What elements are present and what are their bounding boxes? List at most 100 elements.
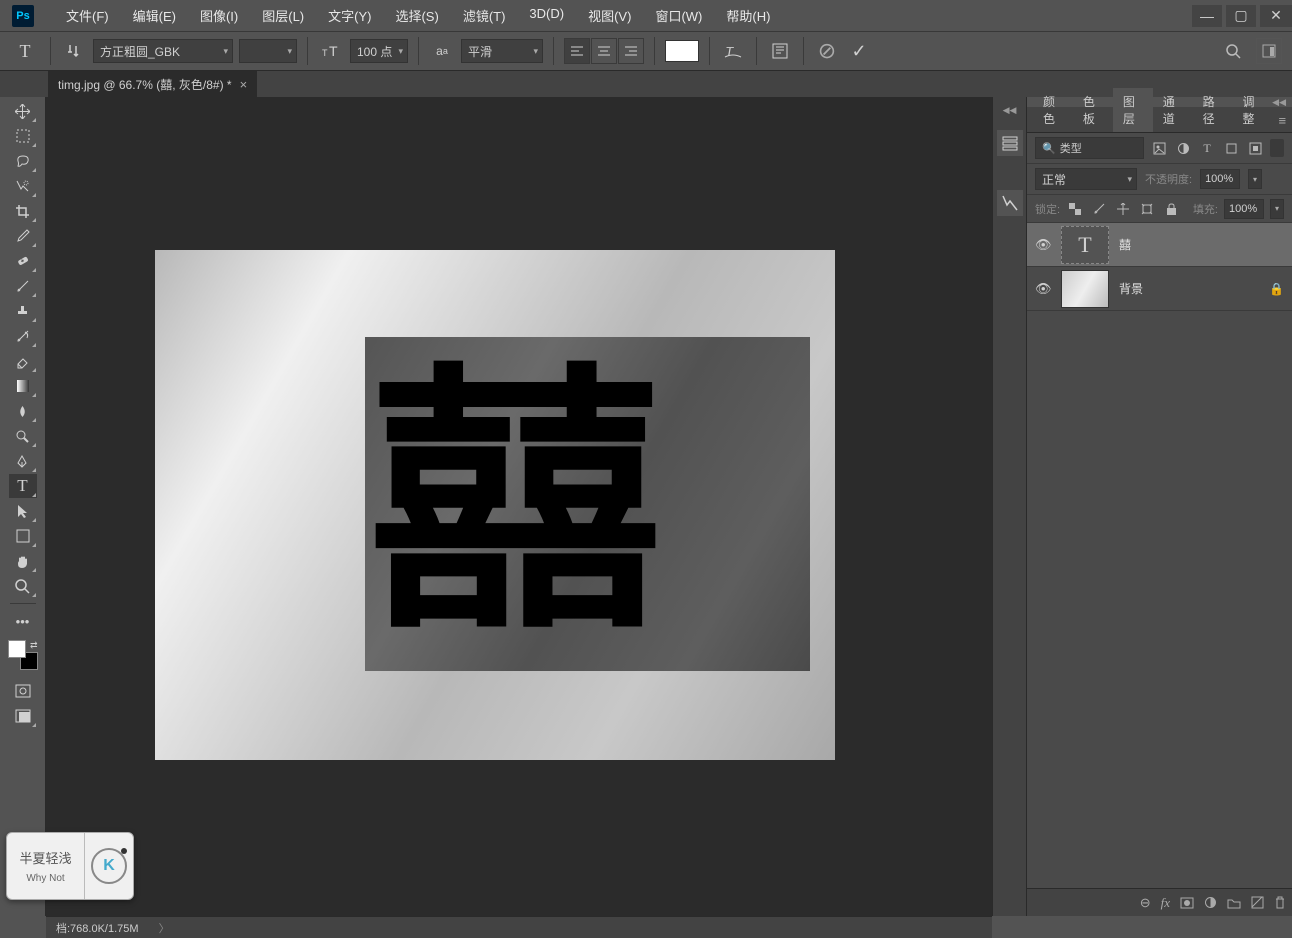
tab-paths[interactable]: 路径 [1193, 88, 1233, 132]
gradient-tool[interactable] [9, 374, 37, 398]
align-left-button[interactable] [564, 38, 590, 64]
filter-text-icon[interactable]: T [1198, 139, 1216, 157]
layer-filter-select[interactable]: 🔍 类型 [1035, 137, 1144, 159]
layer-name[interactable]: 囍 [1119, 236, 1284, 253]
layer-name[interactable]: 背景 [1119, 280, 1259, 297]
warp-text-icon[interactable]: T [720, 38, 746, 64]
lock-position-icon[interactable] [1114, 200, 1132, 218]
lock-artboard-icon[interactable] [1138, 200, 1156, 218]
canvas-document[interactable]: 囍 [155, 250, 835, 760]
edit-toolbar-icon[interactable]: ••• [9, 609, 37, 633]
align-right-button[interactable] [618, 38, 644, 64]
filter-adjustment-icon[interactable] [1174, 139, 1192, 157]
filter-smartobject-icon[interactable] [1246, 139, 1264, 157]
font-weight-select[interactable]: ▾ [239, 39, 297, 63]
group-layers-icon[interactable] [1227, 897, 1241, 909]
fill-input[interactable]: 100% [1224, 199, 1264, 219]
layer-item-background[interactable]: 👁 背景 🔒 [1027, 267, 1292, 311]
adjustment-layer-icon[interactable] [1204, 896, 1217, 909]
text-tool[interactable]: T [9, 474, 37, 498]
properties-panel-icon[interactable] [997, 190, 1023, 216]
crop-tool[interactable] [9, 199, 37, 223]
menu-window[interactable]: 窗口(W) [643, 0, 714, 31]
menu-help[interactable]: 帮助(H) [714, 0, 782, 31]
tab-color[interactable]: 颜色 [1033, 88, 1073, 132]
shape-tool[interactable] [9, 524, 37, 548]
color-picker[interactable]: ⇄ [8, 640, 38, 670]
text-color-swatch[interactable] [665, 40, 699, 62]
tab-adjustments[interactable]: 调整 [1233, 88, 1273, 132]
tab-layers[interactable]: 图层 [1113, 88, 1153, 132]
align-center-button[interactable] [591, 38, 617, 64]
opacity-dropdown-icon[interactable]: ▾ [1248, 169, 1262, 189]
tab-swatches[interactable]: 色板 [1073, 88, 1113, 132]
marquee-tool[interactable] [9, 124, 37, 148]
lock-icon[interactable]: 🔒 [1269, 282, 1284, 296]
canvas-text-content[interactable]: 囍 [369, 392, 642, 616]
pen-tool[interactable] [9, 449, 37, 473]
status-more-icon[interactable]: 〉 [159, 920, 170, 936]
layer-thumbnail[interactable] [1061, 270, 1109, 308]
lock-image-icon[interactable] [1090, 200, 1108, 218]
quick-mask-icon[interactable] [9, 679, 37, 703]
menu-filter[interactable]: 滤镜(T) [451, 0, 518, 31]
blur-tool[interactable] [9, 399, 37, 423]
canvas-area[interactable]: 囍 [46, 97, 992, 916]
filter-shape-icon[interactable] [1222, 139, 1240, 157]
tab-channels[interactable]: 通道 [1153, 88, 1193, 132]
healing-tool[interactable] [9, 249, 37, 273]
delete-layer-icon[interactable] [1274, 896, 1286, 909]
document-tab[interactable]: timg.jpg @ 66.7% (囍, 灰色/8#) * × [48, 71, 257, 98]
menu-edit[interactable]: 编辑(E) [121, 0, 188, 31]
zoom-tool[interactable] [9, 574, 37, 598]
font-family-select[interactable]: 方正粗圆_GBK ▾ [93, 39, 233, 63]
screen-mode-icon[interactable] [9, 704, 37, 728]
path-select-tool[interactable] [9, 499, 37, 523]
lasso-tool[interactable] [9, 149, 37, 173]
minimize-button[interactable]: — [1192, 5, 1222, 27]
menu-view[interactable]: 视图(V) [576, 0, 643, 31]
hand-tool[interactable] [9, 549, 37, 573]
menu-select[interactable]: 选择(S) [383, 0, 450, 31]
opacity-input[interactable]: 100% [1200, 169, 1240, 189]
antialias-select[interactable]: 平滑 ▾ [461, 39, 543, 63]
lock-transparent-icon[interactable] [1066, 200, 1084, 218]
font-size-select[interactable]: 100 点 ▾ [350, 39, 408, 63]
menu-3d[interactable]: 3D(D) [517, 0, 576, 31]
character-panel-icon[interactable] [767, 38, 793, 64]
maximize-button[interactable]: ▢ [1226, 5, 1256, 27]
visibility-toggle-icon[interactable]: 👁 [1035, 237, 1051, 253]
text-orientation-icon[interactable] [61, 38, 87, 64]
menu-file[interactable]: 文件(F) [54, 0, 121, 31]
history-panel-icon[interactable] [997, 130, 1023, 156]
brush-tool[interactable] [9, 274, 37, 298]
workspace-icon[interactable] [1256, 38, 1282, 64]
visibility-toggle-icon[interactable]: 👁 [1035, 281, 1051, 297]
stamp-tool[interactable] [9, 299, 37, 323]
filter-image-icon[interactable] [1150, 139, 1168, 157]
collapse-icon[interactable]: ◀◀ [1003, 105, 1017, 116]
search-icon[interactable] [1220, 38, 1246, 64]
move-tool[interactable] [9, 99, 37, 123]
cancel-icon[interactable]: ⊘ [814, 38, 840, 64]
eraser-tool[interactable] [9, 349, 37, 373]
fill-dropdown-icon[interactable]: ▾ [1270, 199, 1284, 219]
layer-fx-icon[interactable]: fx [1161, 895, 1170, 911]
eyedropper-tool[interactable] [9, 224, 37, 248]
lock-all-icon[interactable] [1162, 200, 1180, 218]
layer-mask-icon[interactable] [1180, 897, 1194, 909]
menu-image[interactable]: 图像(I) [188, 0, 250, 31]
menu-layer[interactable]: 图层(L) [250, 0, 316, 31]
close-button[interactable]: ✕ [1260, 5, 1292, 27]
dodge-tool[interactable] [9, 424, 37, 448]
commit-icon[interactable]: ✓ [846, 38, 872, 64]
menu-type[interactable]: 文字(Y) [316, 0, 383, 31]
panel-menu-icon[interactable]: ≡ [1272, 109, 1292, 132]
link-layers-icon[interactable]: ⊖ [1140, 895, 1151, 911]
new-layer-icon[interactable] [1251, 896, 1264, 909]
swap-colors-icon[interactable]: ⇄ [30, 640, 38, 651]
foreground-color-swatch[interactable] [8, 640, 26, 658]
layer-thumbnail[interactable]: T [1061, 226, 1109, 264]
close-tab-icon[interactable]: × [240, 77, 248, 92]
blend-mode-select[interactable]: 正常 ▾ [1035, 168, 1137, 190]
